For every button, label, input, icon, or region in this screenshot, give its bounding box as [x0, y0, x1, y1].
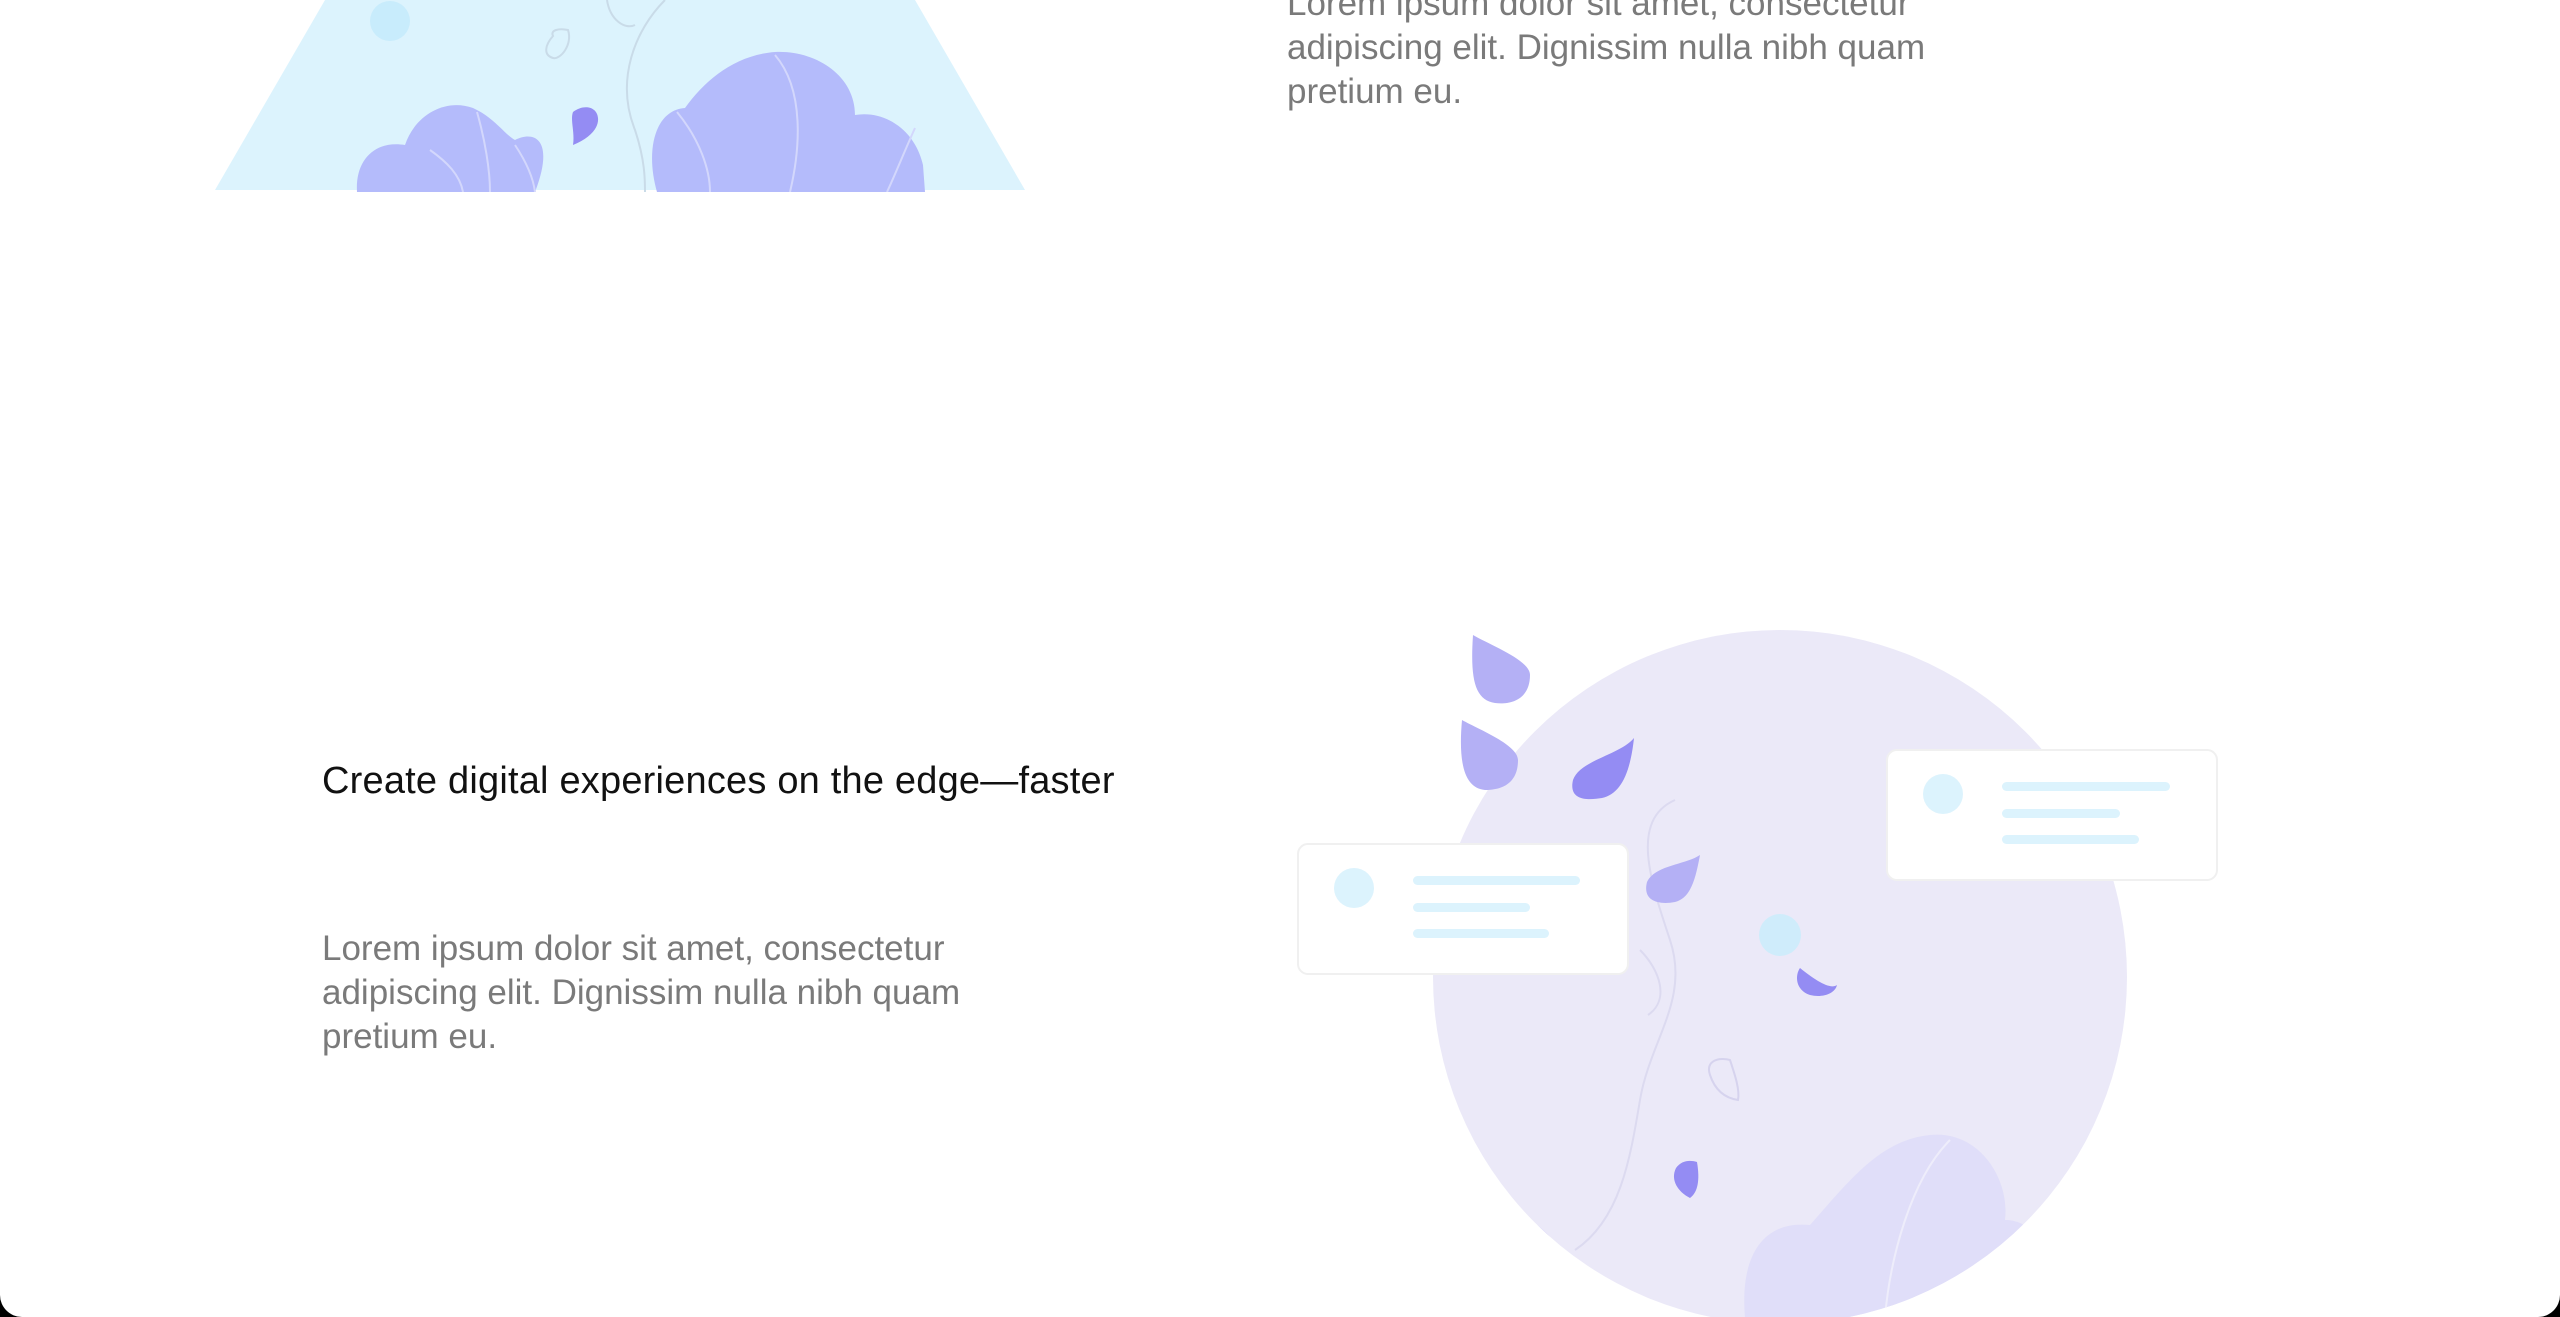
- info-card-right: [1886, 749, 2218, 881]
- plants-illustration: [215, 0, 1025, 192]
- light-blue-dot: [370, 1, 410, 41]
- page: Lorem ipsum dolor sit amet, consectetur …: [0, 0, 2560, 1317]
- light-blue-dot: [1759, 914, 1801, 956]
- feature-title: Create digital experiences on the edge—f…: [322, 760, 1115, 802]
- feature-body-text: Lorem ipsum dolor sit amet, consectetur …: [322, 929, 961, 1056]
- lavender-drop: [1460, 720, 1518, 790]
- info-card-left: [1297, 843, 1629, 975]
- globe-illustration: [1297, 630, 2218, 1317]
- lavender-drop: [1472, 635, 1530, 704]
- top-section-body-text: Lorem ipsum dolor sit amet, consectetur …: [1287, 0, 1926, 111]
